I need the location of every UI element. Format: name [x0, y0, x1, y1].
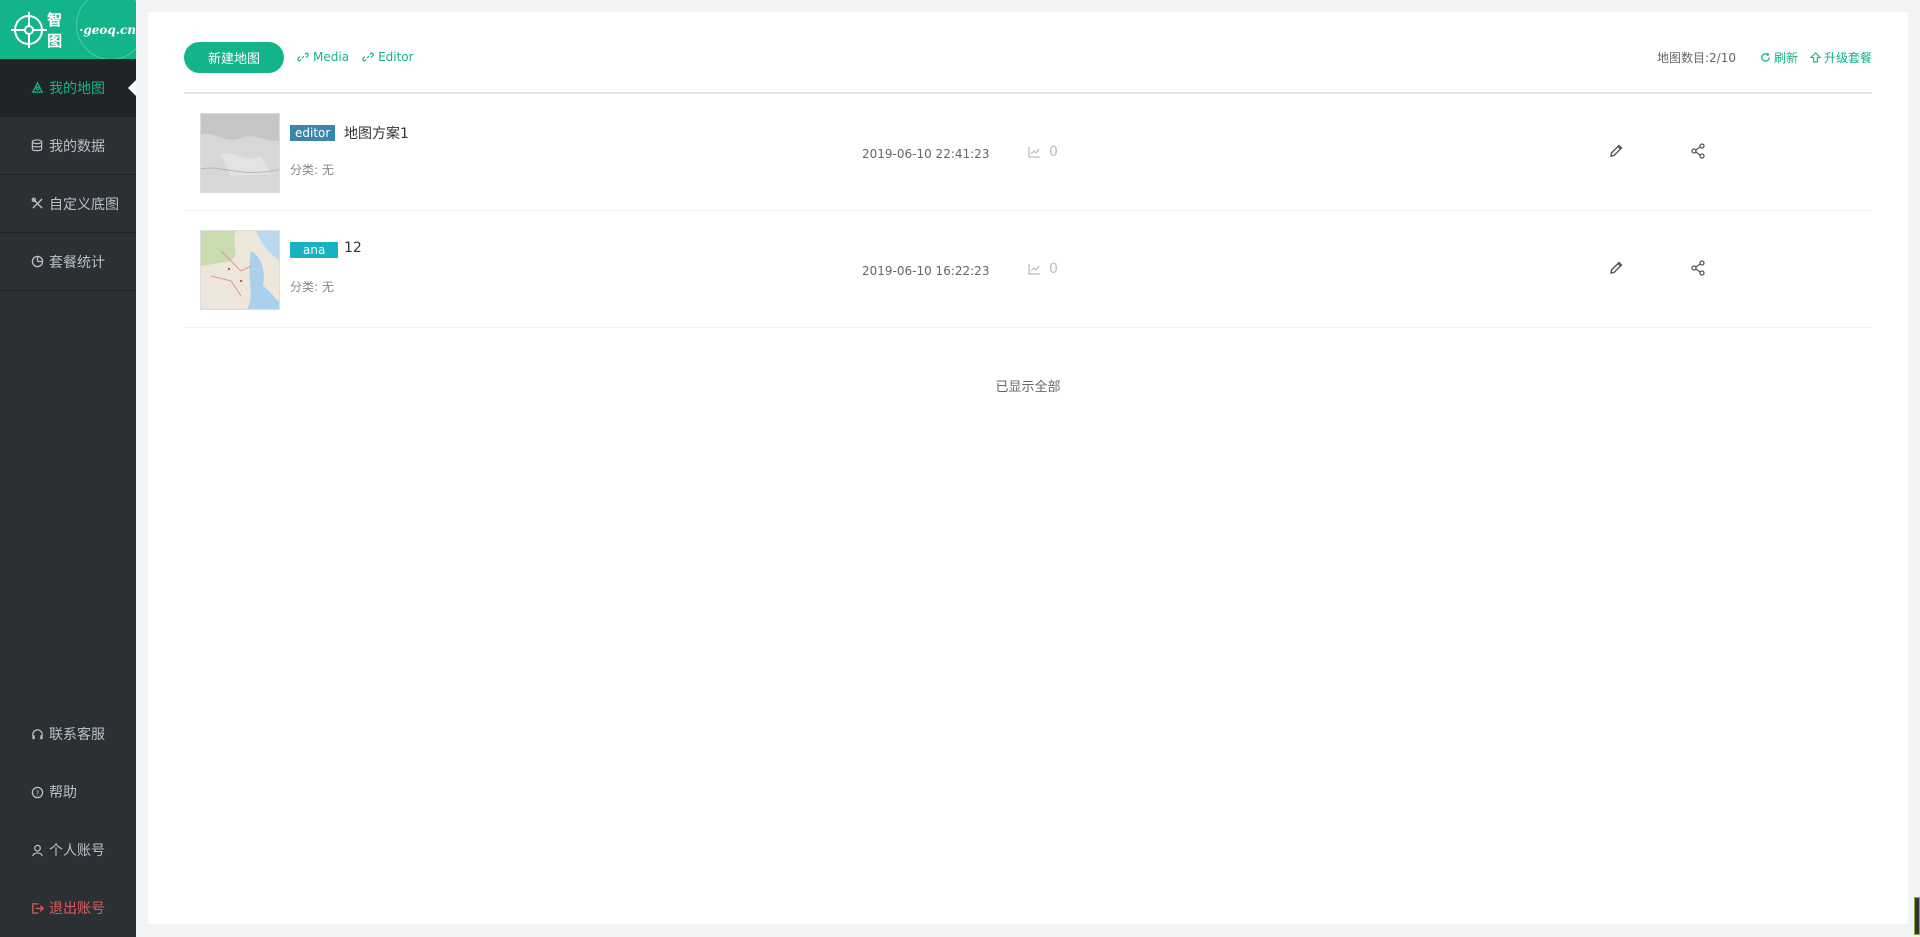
toolbar: 新建地图 Media Editor 地图数目:2/10 刷新 升级套餐 [184, 41, 1872, 73]
scrollbar-thumb[interactable] [1914, 897, 1920, 935]
bottom-nav: 联系客服 ? 帮助 个人账号 退出账号 [0, 705, 136, 937]
main-panel: 新建地图 Media Editor 地图数目:2/10 刷新 升级套餐 edit… [148, 12, 1908, 924]
map-category: 分类: 无 [290, 163, 334, 177]
compass-logo-icon [10, 11, 47, 48]
link-icon [297, 52, 309, 62]
map-views: 0 [1028, 144, 1058, 160]
logout-icon [30, 901, 44, 915]
map-category: 分类: 无 [290, 280, 334, 294]
sidebar-item-contact-support[interactable]: 联系客服 [0, 705, 136, 763]
pencil-icon [1610, 261, 1623, 274]
line-chart-icon [1028, 264, 1040, 275]
link-icon [362, 52, 374, 62]
brand-name: 智图 [47, 10, 63, 50]
upgrade-label: 升级套餐 [1823, 50, 1872, 65]
map-thumbnail[interactable] [200, 230, 280, 310]
list-end-note: 已显示全部 [995, 380, 1061, 395]
sidebar: 智图 ·geoq.cn 我的地图 我的数据 自定义底图 套餐统计 联系客服 ? … [0, 0, 136, 937]
help-icon: ? [30, 785, 44, 799]
map-date: 2019-06-10 22:41:23 [862, 147, 990, 161]
new-map-button[interactable]: 新建地图 [184, 41, 285, 73]
map-icon [30, 81, 44, 95]
sidebar-item-label: 联系客服 [49, 727, 105, 743]
map-type-tag: editor [290, 125, 336, 141]
svg-text:?: ? [35, 788, 39, 797]
sidebar-item-logout[interactable]: 退出账号 [0, 879, 136, 937]
map-thumbnail[interactable] [200, 113, 280, 193]
map-title[interactable]: 地图方案1 [344, 123, 409, 143]
tools-icon [30, 197, 44, 211]
map-views-count: 0 [1049, 144, 1058, 160]
map-count: 地图数目:2/10 [1656, 50, 1736, 65]
sidebar-item-label: 我的地图 [49, 80, 105, 97]
database-icon [30, 139, 44, 153]
map-date: 2019-06-10 16:22:23 [862, 264, 990, 278]
upgrade-icon [1809, 51, 1821, 63]
media-link[interactable]: Media [297, 50, 349, 64]
share-button[interactable] [1688, 258, 1708, 278]
media-link-label: Media [313, 50, 350, 64]
sidebar-item-label: 帮助 [49, 785, 77, 801]
map-type-tag: ana [290, 242, 339, 258]
table-row[interactable]: ana 12 分类: 无 2019-06-10 16:22:23 0 [184, 211, 1872, 328]
user-icon [30, 843, 44, 857]
logo-decoration [76, 0, 136, 59]
main-nav: 我的地图 我的数据 自定义底图 套餐统计 [0, 59, 136, 291]
upgrade-button[interactable]: 升级套餐 [1809, 49, 1872, 66]
share-icon [1691, 143, 1705, 159]
refresh-label: 刷新 [1773, 50, 1798, 65]
headset-icon [30, 727, 44, 741]
sidebar-item-package-stats[interactable]: 套餐统计 [0, 233, 136, 291]
sidebar-item-label: 我的数据 [49, 138, 105, 155]
sidebar-item-my-maps[interactable]: 我的地图 [0, 59, 136, 117]
refresh-button[interactable]: 刷新 [1760, 49, 1798, 66]
sidebar-item-account[interactable]: 个人账号 [0, 821, 136, 879]
sidebar-item-my-data[interactable]: 我的数据 [0, 117, 136, 175]
table-row[interactable]: editor 地图方案1 分类: 无 2019-06-10 22:41:23 0 [184, 94, 1872, 211]
map-views-count: 0 [1049, 261, 1058, 277]
sidebar-item-label: 个人账号 [49, 843, 105, 859]
refresh-icon [1761, 52, 1770, 62]
map-title[interactable]: 12 [344, 240, 362, 256]
editor-link[interactable]: Editor [362, 50, 414, 64]
pencil-icon [1610, 144, 1623, 157]
editor-link-label: Editor [378, 50, 414, 64]
sidebar-item-label: 退出账号 [49, 901, 105, 917]
sidebar-item-label: 套餐统计 [49, 254, 105, 271]
share-icon [1691, 260, 1705, 276]
pie-chart-icon [30, 255, 44, 269]
toolbar-right: 地图数目:2/10 刷新 升级套餐 [1657, 49, 1872, 66]
line-chart-icon [1028, 147, 1040, 158]
share-button[interactable] [1688, 141, 1708, 161]
edit-button[interactable] [1606, 141, 1626, 161]
map-views: 0 [1028, 261, 1058, 277]
sidebar-item-label: 自定义底图 [49, 196, 119, 213]
sidebar-item-custom-basemap[interactable]: 自定义底图 [0, 175, 136, 233]
brand-logo[interactable]: 智图 ·geoq.cn [0, 0, 136, 59]
edit-button[interactable] [1606, 258, 1626, 278]
sidebar-item-help[interactable]: ? 帮助 [0, 763, 136, 821]
